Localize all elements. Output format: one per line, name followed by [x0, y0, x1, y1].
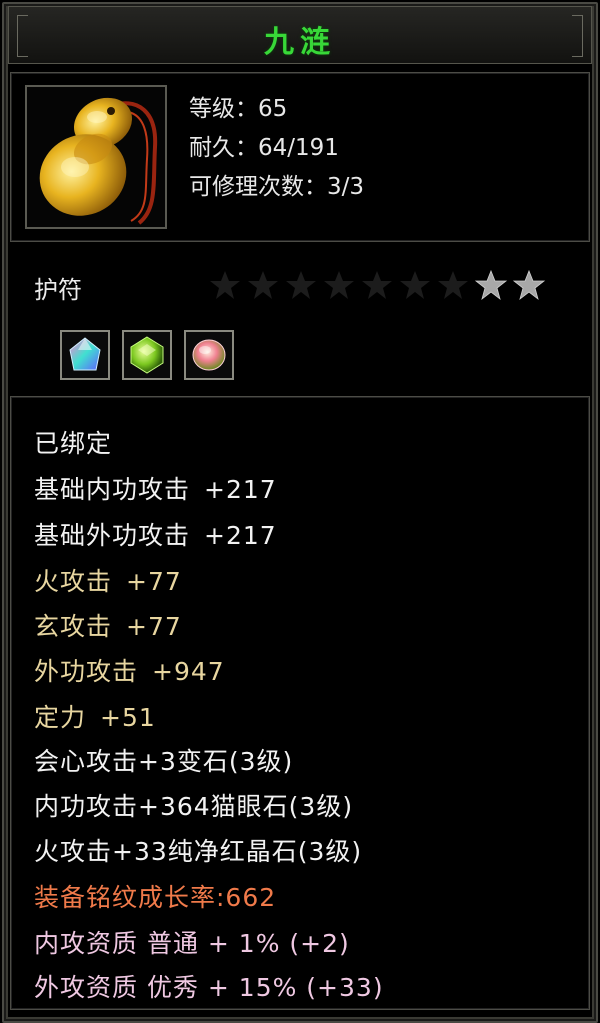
- repair-value: 3/3: [327, 174, 365, 200]
- attr-value: +217: [204, 475, 277, 504]
- attr-value: +51: [100, 703, 156, 732]
- durability-stat: 耐久：64/191: [189, 128, 339, 162]
- gem-bonus-3: 火攻击+33纯净红晶石(3级): [34, 837, 363, 866]
- attr-focus: 定力 +51: [34, 698, 156, 734]
- star-dim-icon: [400, 271, 430, 299]
- attr-label: 定力: [34, 703, 87, 732]
- attr-label: 玄攻击: [34, 612, 113, 641]
- attr-base-outer-attack: 基础外功攻击 +217: [34, 516, 277, 552]
- durability-value: 64/191: [258, 135, 339, 161]
- star-dim-icon: [324, 271, 354, 299]
- attr-value: +77: [126, 612, 182, 641]
- star-lit-icon: [512, 269, 546, 301]
- growth-rate: 装备铭纹成长率:662: [34, 883, 277, 912]
- attr-base-inner-attack: 基础内功攻击 +217: [34, 470, 277, 506]
- durability-label: 耐久：: [189, 135, 258, 161]
- inner-quality: 内攻资质 普通 + 1% (+2): [34, 929, 350, 958]
- jade-gourd-amulet-icon: [25, 85, 167, 229]
- attr-fire-attack: 火攻击 +77: [34, 562, 182, 598]
- level-value: 65: [258, 96, 288, 122]
- repair-label: 可修理次数：: [189, 174, 327, 200]
- attr-label: 外功攻击: [34, 657, 139, 686]
- item-name: 九涟: [264, 25, 336, 60]
- item-type: 护符: [34, 276, 82, 304]
- attr-outer-attack: 外功攻击 +947: [34, 652, 225, 688]
- star-dim-icon: [286, 271, 316, 299]
- star-dim-icon: [438, 271, 468, 299]
- gem-bonus-1: 会心攻击+3变石(3级): [34, 747, 294, 776]
- attr-label: 火攻击: [34, 567, 113, 596]
- attr-value: +947: [152, 657, 225, 686]
- attr-value: +77: [126, 567, 182, 596]
- green-gem-icon[interactable]: [122, 330, 172, 380]
- attr-label: 基础外功攻击: [34, 521, 191, 550]
- outer-quality: 外攻资质 优秀 + 15% (+33): [34, 973, 384, 1002]
- star-dim-icon: [248, 271, 278, 299]
- title-bar: 九涟: [8, 6, 592, 64]
- star-dim-icon: [362, 271, 392, 299]
- star-lit-icon: [474, 269, 508, 301]
- prism-gem-icon[interactable]: [60, 330, 110, 380]
- star-dim-icon: [210, 271, 240, 299]
- star-rating: [208, 268, 546, 304]
- pink-gem-icon[interactable]: [184, 330, 234, 380]
- bound-status: 已绑定: [34, 429, 113, 458]
- repair-count-stat: 可修理次数：3/3: [189, 167, 364, 201]
- attr-label: 基础内功攻击: [34, 475, 191, 504]
- gem-bonus-2: 内功攻击+364猫眼石(3级): [34, 792, 354, 821]
- level-stat: 等级：65: [189, 89, 287, 123]
- item-header: 等级：65 耐久：64/191 可修理次数：3/3: [10, 72, 590, 242]
- attr-value: +217: [204, 521, 277, 550]
- level-label: 等级：: [189, 96, 258, 122]
- attr-xuan-attack: 玄攻击 +77: [34, 607, 182, 643]
